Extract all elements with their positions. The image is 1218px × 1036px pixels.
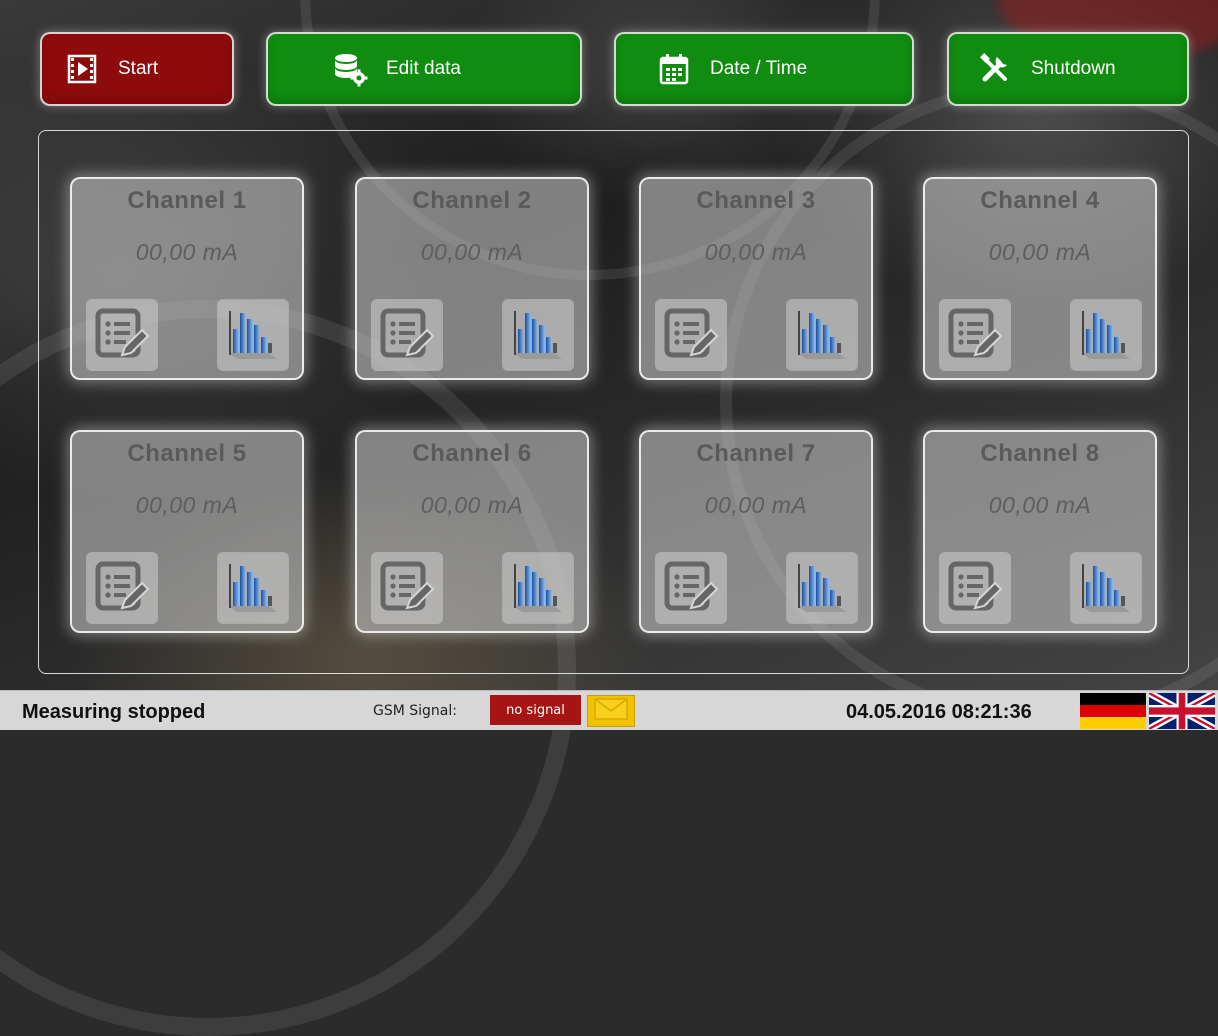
calendar-icon bbox=[656, 51, 692, 87]
shutdown-button-label: Shutdown bbox=[1031, 58, 1116, 79]
edit-data-button[interactable]: Edit data bbox=[266, 32, 582, 106]
channel-edit-button[interactable] bbox=[655, 552, 727, 624]
list-edit-icon bbox=[945, 303, 1005, 368]
channel-chart-button[interactable] bbox=[217, 299, 289, 371]
channel-value: 00,00 mA bbox=[704, 492, 808, 518]
channel-chart-button[interactable] bbox=[786, 552, 858, 624]
messages-button[interactable] bbox=[587, 695, 635, 727]
list-edit-icon bbox=[945, 556, 1005, 621]
list-edit-icon bbox=[377, 556, 437, 621]
play-video-icon bbox=[64, 51, 100, 87]
channel-title: Channel 4 bbox=[980, 187, 1100, 214]
channel-value: 00,00 mA bbox=[420, 239, 524, 265]
channel-title: Channel 6 bbox=[412, 440, 532, 467]
channel-card-8: Channel 8 00,00 mA bbox=[923, 430, 1157, 633]
list-edit-icon bbox=[661, 556, 721, 621]
uk-flag-icon[interactable] bbox=[1147, 689, 1217, 733]
channel-card-7: Channel 7 00,00 mA bbox=[639, 430, 873, 633]
channel-chart-button[interactable] bbox=[786, 299, 858, 371]
tools-icon bbox=[977, 51, 1013, 87]
channel-chart-button[interactable] bbox=[502, 552, 574, 624]
list-edit-icon bbox=[92, 303, 152, 368]
channel-card-6: Channel 6 00,00 mA bbox=[355, 430, 589, 633]
channel-chart-button[interactable] bbox=[502, 299, 574, 371]
bar-chart-icon bbox=[794, 303, 850, 368]
date-time-button[interactable]: Date / Time bbox=[614, 32, 914, 106]
start-button[interactable]: Start bbox=[40, 32, 234, 106]
bar-chart-icon bbox=[225, 303, 281, 368]
channel-card-3: Channel 3 00,00 mA bbox=[639, 177, 873, 380]
gsm-signal-badge: no signal bbox=[490, 695, 581, 725]
channel-title: Channel 7 bbox=[696, 440, 816, 467]
german-flag-icon[interactable] bbox=[1080, 693, 1146, 729]
envelope-icon bbox=[594, 697, 628, 725]
channel-value: 00,00 mA bbox=[988, 239, 1092, 265]
channel-edit-button[interactable] bbox=[371, 299, 443, 371]
bar-chart-icon bbox=[225, 556, 281, 621]
channel-value: 00,00 mA bbox=[135, 492, 239, 518]
shutdown-button[interactable]: Shutdown bbox=[947, 32, 1189, 106]
date-time-button-label: Date / Time bbox=[710, 58, 808, 79]
edit-data-button-label: Edit data bbox=[386, 58, 461, 79]
channel-value: 00,00 mA bbox=[704, 239, 808, 265]
start-button-label: Start bbox=[118, 58, 159, 79]
bar-chart-icon bbox=[794, 556, 850, 621]
list-edit-icon bbox=[92, 556, 152, 621]
database-gear-icon bbox=[332, 51, 368, 87]
channel-edit-button[interactable] bbox=[86, 299, 158, 371]
list-edit-icon bbox=[377, 303, 437, 368]
status-bar: Measuring stopped GSM Signal: no signal … bbox=[0, 689, 1218, 733]
channel-title: Channel 5 bbox=[127, 440, 247, 467]
bar-chart-icon bbox=[1078, 303, 1134, 368]
list-edit-icon bbox=[661, 303, 721, 368]
channel-title: Channel 2 bbox=[412, 187, 532, 214]
channel-chart-button[interactable] bbox=[217, 552, 289, 624]
channel-title: Channel 1 bbox=[127, 187, 247, 214]
channel-value: 00,00 mA bbox=[988, 492, 1092, 518]
channel-value: 00,00 mA bbox=[420, 492, 524, 518]
channel-edit-button[interactable] bbox=[939, 552, 1011, 624]
bar-chart-icon bbox=[510, 303, 566, 368]
channel-title: Channel 3 bbox=[696, 187, 816, 214]
channel-card-5: Channel 5 00,00 mA bbox=[70, 430, 304, 633]
channel-edit-button[interactable] bbox=[371, 552, 443, 624]
measuring-status: Measuring stopped bbox=[22, 701, 206, 723]
current-datetime: 04.05.2016 08:21:36 bbox=[846, 701, 1032, 723]
channel-edit-button[interactable] bbox=[939, 299, 1011, 371]
channel-edit-button[interactable] bbox=[86, 552, 158, 624]
channel-card-1: Channel 1 00,00 mA bbox=[70, 177, 304, 380]
channel-card-2: Channel 2 00,00 mA bbox=[355, 177, 589, 380]
channel-title: Channel 8 bbox=[980, 440, 1100, 467]
bar-chart-icon bbox=[1078, 556, 1134, 621]
channel-chart-button[interactable] bbox=[1070, 299, 1142, 371]
channel-card-4: Channel 4 00,00 mA bbox=[923, 177, 1157, 380]
gsm-signal-label: GSM Signal: bbox=[373, 703, 457, 719]
bar-chart-icon bbox=[510, 556, 566, 621]
channel-value: 00,00 mA bbox=[135, 239, 239, 265]
channel-chart-button[interactable] bbox=[1070, 552, 1142, 624]
channel-edit-button[interactable] bbox=[655, 299, 727, 371]
